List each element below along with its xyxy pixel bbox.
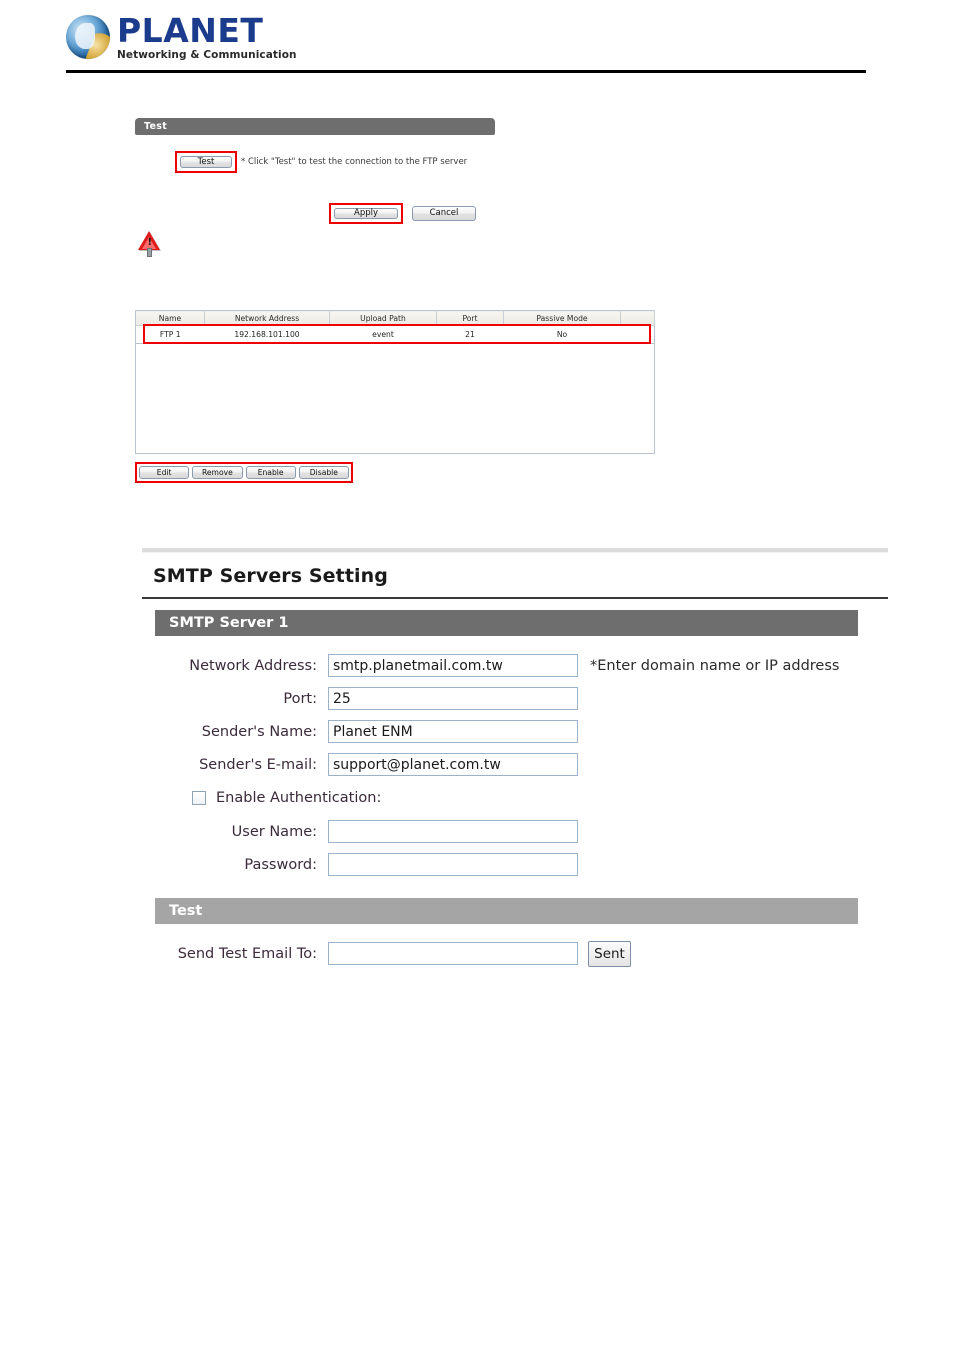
brand-tagline: Networking & Communication <box>117 49 297 61</box>
field-row-user-name: User Name: <box>155 815 888 848</box>
column-header-passive-mode: Passive Mode <box>503 310 621 326</box>
ftp-test-section-header: Test <box>135 118 495 135</box>
ftp-table-button-group: Edit Remove Enable Disable <box>135 462 353 483</box>
field-row-enable-authentication: Enable Authentication: <box>155 781 888 815</box>
ftp-test-button[interactable]: Test <box>180 156 232 168</box>
password-input[interactable] <box>328 853 578 876</box>
apply-button-highlight: Apply <box>329 203 403 224</box>
field-row-sender-email: Sender's E-mail: <box>155 748 888 781</box>
cell-upload-path: event <box>329 325 437 344</box>
smtp-test-section-title: Test <box>169 903 203 919</box>
planet-globe-icon <box>66 15 110 60</box>
ftp-table-empty-area <box>135 344 655 454</box>
test-button-highlight: Test <box>175 151 237 173</box>
column-header-name: Name <box>135 310 205 326</box>
smtp-server-section-title: SMTP Server 1 <box>169 615 289 631</box>
user-name-input[interactable] <box>328 820 578 843</box>
cell-name: FTP 1 <box>135 325 205 344</box>
column-header-extra <box>620 310 655 326</box>
send-test-email-label: Send Test Email To: <box>177 945 317 962</box>
enable-authentication-label: Enable Authentication: <box>216 790 382 806</box>
network-address-note: *Enter domain name or IP address <box>590 657 840 674</box>
sender-name-label: Sender's Name: <box>201 723 317 740</box>
smtp-servers-setting-panel: SMTP Servers Setting SMTP Server 1 Netwo… <box>142 548 888 970</box>
edit-button[interactable]: Edit <box>139 466 190 479</box>
sender-name-input[interactable] <box>328 720 578 743</box>
enable-button[interactable]: Enable <box>245 466 296 479</box>
sent-button[interactable]: Sent <box>588 940 631 967</box>
ftp-test-hint: * Click "Test" to test the connection to… <box>241 157 468 167</box>
table-header-row: Name Network Address Upload Path Port Pa… <box>135 310 655 326</box>
brand-name: PLANET <box>117 11 264 50</box>
smtp-server-section-header: SMTP Server 1 <box>155 610 858 636</box>
field-row-port: Port: <box>155 682 888 715</box>
cell-passive-mode: No <box>503 325 621 344</box>
ftp-test-row: Test * Click "Test" to test the connecti… <box>175 151 467 173</box>
ftp-table: Name Network Address Upload Path Port Pa… <box>135 310 655 344</box>
warning-triangle-icon: ! <box>138 231 162 257</box>
field-row-sender-name: Sender's Name: <box>155 715 888 748</box>
smtp-test-section-header: Test <box>155 898 858 924</box>
ftp-test-panel: Test Test * Click "Test" to test the con… <box>135 118 655 257</box>
title-divider <box>142 597 888 599</box>
column-header-network-address: Network Address <box>204 310 330 326</box>
logo-text: PLANET Networking & Communication <box>117 14 297 61</box>
smtp-test-form: Send Test Email To: Sent <box>142 937 888 970</box>
cell-extra <box>620 325 655 344</box>
disable-button[interactable]: Disable <box>298 466 349 479</box>
apply-button[interactable]: Apply <box>334 208 398 219</box>
remove-button[interactable]: Remove <box>192 466 243 479</box>
cancel-button[interactable]: Cancel <box>412 206 476 221</box>
sender-email-label: Sender's E-mail: <box>199 756 317 773</box>
port-label: Port: <box>283 690 317 707</box>
table-row[interactable]: FTP 1 192.168.101.100 event 21 No <box>135 325 655 344</box>
cell-port: 21 <box>436 325 504 344</box>
field-row-send-test-email: Send Test Email To: Sent <box>155 937 888 970</box>
password-label: Password: <box>244 856 317 873</box>
column-header-upload-path: Upload Path <box>329 310 437 326</box>
column-header-port: Port <box>436 310 504 326</box>
user-name-label: User Name: <box>231 823 317 840</box>
planet-logo: PLANET Networking & Communication <box>66 14 297 61</box>
sender-email-input[interactable] <box>328 753 578 776</box>
enable-authentication-checkbox[interactable] <box>192 791 206 805</box>
ftp-test-section-title: Test <box>144 121 168 132</box>
header-divider <box>66 70 866 73</box>
ftp-action-row: Apply Cancel <box>329 203 476 224</box>
port-input[interactable] <box>328 687 578 710</box>
field-row-password: Password: <box>155 848 888 881</box>
network-address-label: Network Address: <box>189 657 317 674</box>
page-title: SMTP Servers Setting <box>153 565 388 587</box>
cell-network-address: 192.168.101.100 <box>204 325 330 344</box>
network-address-input[interactable] <box>328 654 578 677</box>
page-header: PLANET Networking & Communication <box>66 12 866 74</box>
ftp-server-list: Name Network Address Upload Path Port Pa… <box>135 310 655 483</box>
smtp-form: Network Address: *Enter domain name or I… <box>142 649 888 881</box>
field-row-network-address: Network Address: *Enter domain name or I… <box>155 649 888 682</box>
send-test-email-input[interactable] <box>328 942 578 965</box>
